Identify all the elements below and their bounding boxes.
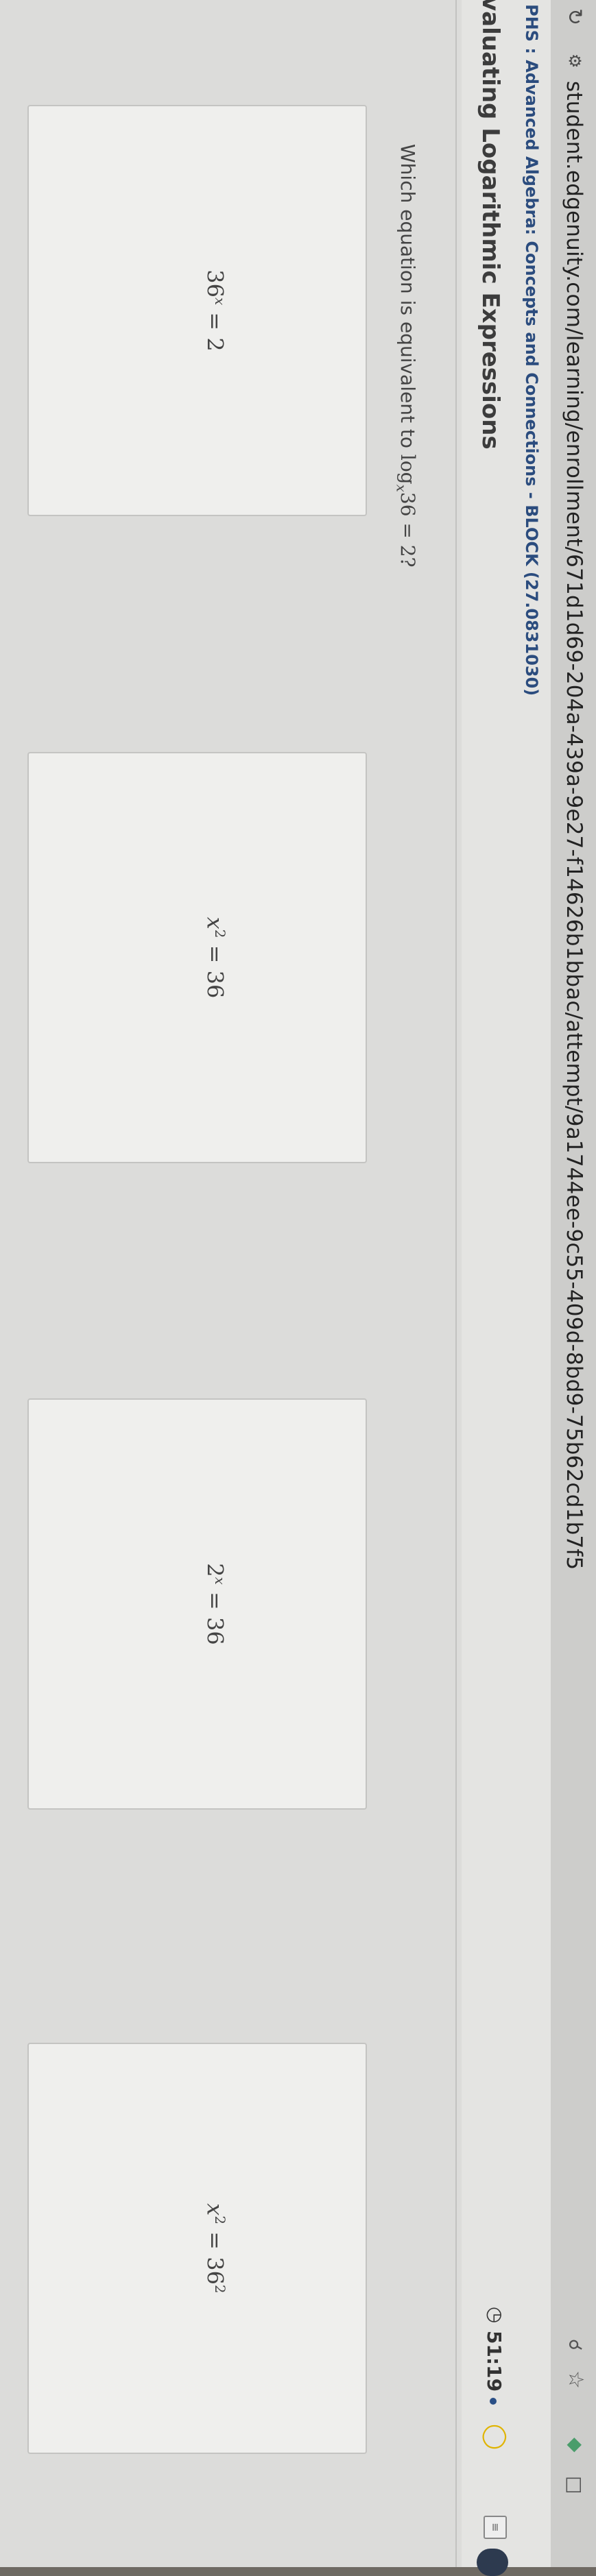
answer-c-base: 2 [202, 1563, 228, 1577]
answer-d-rhs: 36 [202, 2257, 228, 2285]
answer-a-exponent: x [212, 297, 228, 306]
reload-icon[interactable]: ↻ [562, 8, 586, 25]
question-log-base: x [393, 484, 410, 492]
answer-option-c[interactable]: 2x = 36 [27, 1398, 367, 1810]
address-bar[interactable]: student.edgenuity.com/learning/enrollmen… [562, 81, 586, 1570]
answer-d-exponent: 2 [212, 2215, 228, 2225]
answer-option-b[interactable]: x2 = 36 [27, 752, 367, 1163]
course-title: PHS : Advanced Algebra: Concepts and Con… [522, 4, 541, 696]
answer-c-rhs: 36 [202, 1617, 228, 1645]
lesson-title: valuating Logarithmic Expressions [477, 0, 504, 450]
star-icon[interactable]: ☆ [564, 2370, 588, 2389]
question-equals: = 2? [396, 516, 419, 568]
timer-icon: ◷ [484, 2307, 507, 2324]
answer-a-equation: 36x = 2 [202, 269, 228, 352]
progress-dot [490, 2398, 497, 2405]
tune-icon[interactable]: ⚙ [565, 53, 584, 69]
tool-icon[interactable]: ≡ [484, 2516, 507, 2539]
answer-b-exponent: 2 [212, 929, 228, 938]
answer-a-rhs: 2 [202, 337, 228, 352]
window-icon[interactable]: □ [564, 2476, 586, 2494]
question-log-arg: 36 [396, 491, 419, 517]
page-rotated: ↻ ⚙ student.edgenuity.com/learning/enrol… [0, 0, 596, 2576]
question-prefix: Which equation is equivalent to [396, 144, 419, 454]
menu-button[interactable] [477, 2549, 508, 2576]
answer-c-exponent: x [212, 1577, 228, 1585]
lightbulb-icon[interactable]: ◯ [482, 2424, 510, 2450]
zoom-icon[interactable]: ☌ [564, 2339, 585, 2350]
timer: 51:19 [483, 2331, 505, 2392]
answer-a-base: 36 [202, 269, 228, 297]
question-text: Which equation is equivalent to logx36 =… [393, 144, 419, 568]
extension-icon[interactable]: ◆ [564, 2438, 587, 2453]
answer-option-d[interactable]: x2 = 362 [27, 2043, 367, 2454]
answer-b-base: x [202, 916, 228, 929]
answer-c-equation: 2x = 36 [202, 1563, 228, 1645]
answer-b-rhs: 36 [202, 970, 228, 999]
answer-b-equation: x2 = 36 [202, 916, 228, 999]
answer-option-a[interactable]: 36x = 2 [27, 105, 367, 516]
divider [455, 0, 457, 2567]
answer-d-base: x [202, 2203, 228, 2216]
question-log: log [396, 454, 419, 485]
answer-d-rhs-exponent: 2 [212, 2284, 228, 2294]
answer-d-equation: x2 = 362 [202, 2203, 228, 2294]
